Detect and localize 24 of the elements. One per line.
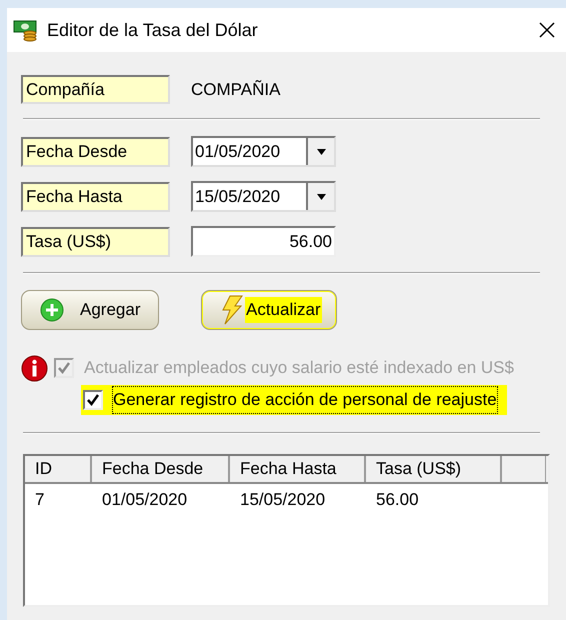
field-label: Tasa (US$)	[21, 226, 170, 256]
window-title: Editor de la Tasa del Dólar	[47, 18, 258, 42]
dropdown-arrow-icon[interactable]	[316, 194, 326, 200]
checkbox[interactable]	[83, 390, 103, 410]
dropdown-arrow-icon[interactable]	[316, 148, 326, 154]
option-label: Actualizar empleados cuyo salario esté indexado en US$	[84, 357, 514, 380]
field-label: Fecha Hasta	[21, 182, 170, 212]
close-icon[interactable]	[538, 21, 556, 39]
rate-input[interactable]: 56.00	[191, 226, 336, 257]
field-label: Compañía	[21, 75, 170, 104]
field-label: Fecha Desde	[21, 136, 170, 166]
lightning-icon	[220, 295, 244, 325]
table-cell-text: 15/05/2020	[239, 489, 326, 512]
plus-icon	[40, 298, 64, 322]
table-cell-text: 01/05/2020	[101, 489, 188, 512]
update-button[interactable]: Actualizar	[201, 290, 337, 330]
money-icon	[13, 18, 39, 42]
add-button[interactable]: Agregar	[21, 290, 159, 330]
date-picker[interactable]: 15/05/2020	[191, 181, 336, 212]
date-picker[interactable]: 01/05/2020	[191, 136, 336, 167]
table-cell-text: 7	[34, 489, 46, 512]
table-cell-text: 56.00	[375, 489, 420, 512]
company-name: COMPAÑIA	[191, 78, 280, 101]
option-label: Generar registro de acción de personal de reajuste	[113, 387, 497, 413]
